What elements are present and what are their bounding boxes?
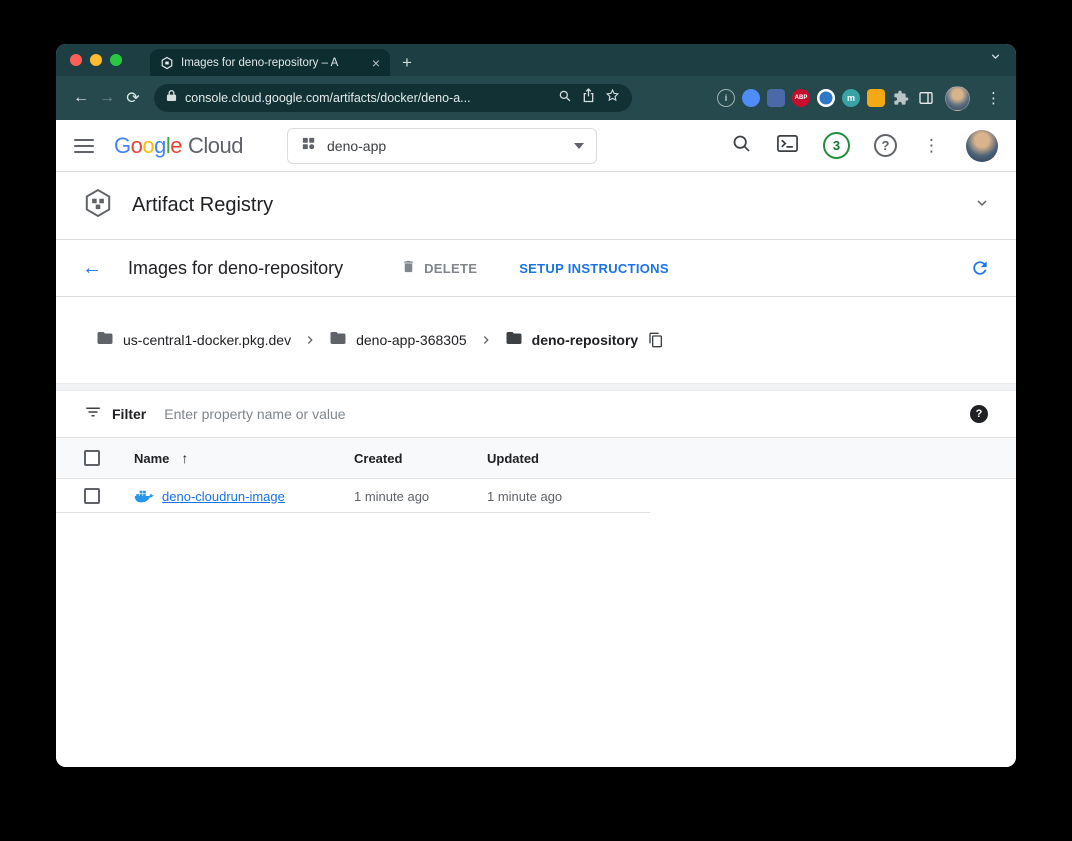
breadcrumb-item-repository[interactable]: deno-repository <box>505 329 639 352</box>
ext-square-icon[interactable] <box>767 89 785 107</box>
ext-adblock-icon[interactable]: ABP <box>792 89 810 107</box>
browser-toolbar: ← → ⟳ console.cloud.google.com/artifacts… <box>56 76 1016 120</box>
artifact-registry-favicon-icon <box>160 56 174 70</box>
folder-icon <box>329 329 347 352</box>
setup-instructions-label: SETUP INSTRUCTIONS <box>519 261 669 276</box>
project-caret-icon <box>574 143 584 149</box>
account-avatar[interactable] <box>966 130 998 162</box>
zoom-icon[interactable] <box>558 89 572 108</box>
ext-pin-icon[interactable] <box>742 89 760 107</box>
browser-menu-kebab-icon[interactable]: ⋮ <box>983 89 1004 107</box>
project-icon <box>300 135 317 157</box>
breadcrumb-item-registry[interactable]: us-central1-docker.pkg.dev <box>96 329 291 352</box>
delete-button-label: DELETE <box>424 261 477 276</box>
page-header: ← Images for deno-repository DELETE SETU… <box>56 240 1016 297</box>
folder-icon <box>505 329 523 352</box>
fullscreen-window-button[interactable] <box>110 54 122 66</box>
url-text: console.cloud.google.com/artifacts/docke… <box>185 91 471 105</box>
image-link[interactable]: deno-cloudrun-image <box>162 489 285 504</box>
breadcrumb-item-project[interactable]: deno-app-368305 <box>329 329 467 352</box>
new-tab-button[interactable]: + <box>402 54 412 71</box>
sort-ascending-icon[interactable]: ↑ <box>181 450 188 466</box>
artifact-registry-bar: Artifact Registry <box>56 172 1016 240</box>
window-controls <box>70 54 122 66</box>
google-cloud-logo[interactable]: Google Cloud <box>114 133 243 159</box>
select-all-checkbox[interactable] <box>84 450 100 466</box>
tab-title: Images for deno-repository – A <box>181 57 363 69</box>
close-tab-icon[interactable]: × <box>370 56 382 70</box>
forward-icon[interactable]: → <box>94 85 120 111</box>
browser-window: Images for deno-repository – A × + ← → ⟳… <box>56 44 1016 767</box>
table-header-row: Name ↑ Created Updated <box>56 438 1016 479</box>
breadcrumb: us-central1-docker.pkg.dev deno-app-3683… <box>56 297 1016 383</box>
gcp-header: Google Cloud deno-app 3 ? ⋮ <box>56 120 1016 172</box>
project-selector[interactable]: deno-app <box>287 128 597 164</box>
cell-updated: 1 minute ago <box>487 489 1016 504</box>
back-button[interactable]: ← <box>82 257 108 280</box>
help-icon[interactable]: ? <box>874 134 897 157</box>
tab-strip: Images for deno-repository – A × + <box>56 44 1016 76</box>
browser-profile-avatar[interactable] <box>945 86 970 111</box>
page-title: Images for deno-repository <box>128 258 343 279</box>
refresh-button[interactable] <box>970 258 990 278</box>
search-icon[interactable] <box>731 133 752 159</box>
cell-created: 1 minute ago <box>354 489 487 504</box>
artifact-registry-logo-icon <box>82 187 114 224</box>
filter-icon <box>84 403 102 426</box>
minimize-window-button[interactable] <box>90 54 102 66</box>
filter-label: Filter <box>112 406 146 422</box>
gcp-kebab-icon[interactable]: ⋮ <box>921 136 942 156</box>
address-bar[interactable]: console.cloud.google.com/artifacts/docke… <box>154 84 632 112</box>
trash-icon <box>401 259 416 277</box>
filter-bar: Filter ? <box>56 391 1016 438</box>
gcp-header-actions: 3 ? ⋮ <box>731 130 998 162</box>
browser-tab[interactable]: Images for deno-repository – A × <box>150 49 390 76</box>
project-name: deno-app <box>327 138 386 154</box>
section-divider <box>56 383 1016 391</box>
logo-cloud-text: Cloud <box>188 133 243 159</box>
share-icon[interactable] <box>582 88 595 108</box>
notifications-badge[interactable]: 3 <box>823 132 850 159</box>
collapse-chevron-icon[interactable] <box>974 195 990 216</box>
column-header-name[interactable]: Name <box>134 451 169 466</box>
delete-button[interactable]: DELETE <box>401 259 477 277</box>
close-window-button[interactable] <box>70 54 82 66</box>
lock-icon <box>166 89 177 107</box>
folder-icon <box>96 329 114 352</box>
ext-mattermost-icon[interactable]: m <box>842 89 860 107</box>
extensions-puzzle-icon[interactable] <box>892 89 910 107</box>
filter-help-icon[interactable]: ? <box>970 405 988 423</box>
setup-instructions-button[interactable]: SETUP INSTRUCTIONS <box>519 261 669 276</box>
copy-icon[interactable] <box>648 332 664 348</box>
ext-circle-icon[interactable] <box>817 89 835 107</box>
ext-orange-icon[interactable] <box>867 89 885 107</box>
reload-icon[interactable]: ⟳ <box>120 85 146 111</box>
column-header-created[interactable]: Created <box>354 451 487 466</box>
docker-icon <box>134 488 154 504</box>
content-filler <box>56 513 1016 767</box>
side-panel-icon[interactable] <box>917 89 935 107</box>
row-checkbox[interactable] <box>84 488 100 504</box>
tab-search-chevron-icon[interactable] <box>989 50 1002 68</box>
filter-input[interactable] <box>164 406 970 422</box>
app-title: Artifact Registry <box>132 194 273 217</box>
column-header-updated[interactable]: Updated <box>487 451 1016 466</box>
chevron-right-icon <box>479 333 493 347</box>
bookmark-star-icon[interactable] <box>605 88 620 108</box>
back-icon[interactable]: ← <box>68 85 94 111</box>
table-row: deno-cloudrun-image 1 minute ago 1 minut… <box>56 479 1016 513</box>
cloud-shell-icon[interactable] <box>776 132 799 160</box>
ext-info-icon[interactable]: i <box>717 89 735 107</box>
chevron-right-icon <box>303 333 317 347</box>
extensions-area: i ABP m ⋮ <box>717 86 1004 111</box>
navigation-menu-icon[interactable] <box>74 139 94 153</box>
